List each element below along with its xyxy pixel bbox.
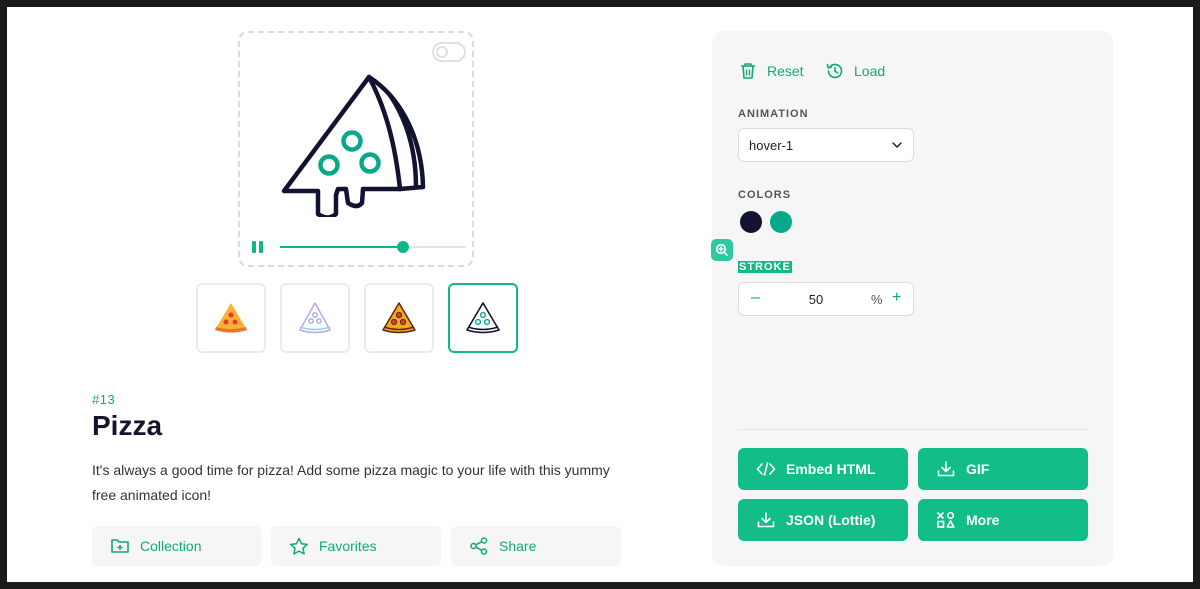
- gif-button[interactable]: GIF: [918, 448, 1088, 490]
- animation-value: hover-1: [749, 138, 794, 153]
- pizza-lineal-icon: [299, 302, 331, 334]
- folder-plus-icon: [111, 539, 129, 553]
- share-icon: [470, 537, 488, 555]
- color-swatch-primary[interactable]: [740, 211, 762, 233]
- embed-html-label: Embed HTML: [786, 461, 876, 477]
- favorites-label: Favorites: [319, 538, 377, 554]
- animation-label: ANIMATION: [738, 108, 809, 120]
- favorites-button[interactable]: Favorites: [271, 526, 441, 566]
- divider: [738, 429, 1088, 430]
- icon-number: #13: [92, 392, 116, 407]
- stroke-unit: %: [871, 292, 883, 307]
- customize-panel: Reset Load ANIMATION hover-1 COLORS STRO…: [711, 31, 1113, 566]
- thumbnail-lineal[interactable]: [280, 283, 350, 353]
- history-icon: [826, 63, 843, 79]
- embed-html-button[interactable]: Embed HTML: [738, 448, 908, 490]
- page: #13 Pizza It's always a good time for pi…: [7, 7, 1193, 582]
- download-icon: [937, 461, 955, 477]
- collection-label: Collection: [140, 538, 202, 554]
- toggle-knob: [436, 46, 448, 58]
- reset-button[interactable]: Reset: [738, 61, 804, 81]
- progress-fill: [280, 246, 403, 248]
- pizza-flat-icon: [215, 303, 247, 333]
- share-button[interactable]: Share: [451, 526, 621, 566]
- playback-bar: [252, 239, 466, 255]
- stroke-label: STROKE: [738, 261, 792, 273]
- json-lottie-label: JSON (Lottie): [786, 512, 876, 528]
- load-button[interactable]: Load: [825, 61, 885, 81]
- more-label: More: [966, 512, 1000, 528]
- chevron-down-icon: [892, 142, 902, 148]
- trash-icon: [741, 63, 755, 79]
- pizza-wired-icon: [466, 302, 500, 334]
- code-icon: [756, 462, 776, 476]
- thumbnail-wired-outline[interactable]: [448, 283, 518, 353]
- zoom-in-icon: [715, 243, 729, 257]
- more-button[interactable]: More: [918, 499, 1088, 541]
- pizza-icon: [281, 74, 426, 217]
- download-icon: [757, 512, 775, 528]
- stroke-stepper: – 50 % +: [738, 282, 914, 316]
- page-title: Pizza: [92, 410, 163, 441]
- shapes-icon: [937, 511, 955, 528]
- icon-description: It's always a good time for pizza! Add s…: [92, 462, 610, 503]
- pause-icon[interactable]: [252, 241, 264, 253]
- color-swatch-secondary[interactable]: [770, 211, 792, 233]
- star-icon: [290, 537, 308, 555]
- pizza-outline-flat-icon: [382, 302, 416, 334]
- stroke-value[interactable]: 50: [739, 292, 893, 307]
- reset-label: Reset: [767, 63, 804, 79]
- progress-handle[interactable]: [396, 241, 409, 253]
- collection-button[interactable]: Collection: [92, 526, 262, 566]
- json-lottie-button[interactable]: JSON (Lottie): [738, 499, 908, 541]
- share-label: Share: [499, 538, 537, 554]
- background-toggle[interactable]: [432, 42, 466, 62]
- load-label: Load: [854, 63, 886, 79]
- animation-select[interactable]: hover-1: [738, 128, 914, 162]
- thumbnail-flat[interactable]: [196, 283, 266, 353]
- thumbnail-outline-flat[interactable]: [364, 283, 434, 353]
- zoom-icon[interactable]: [711, 239, 733, 261]
- stroke-increase-button[interactable]: +: [892, 289, 901, 307]
- colors-label: COLORS: [738, 189, 792, 201]
- icon-preview: [238, 31, 474, 267]
- gif-label: GIF: [966, 461, 990, 477]
- progress-slider[interactable]: [280, 241, 466, 253]
